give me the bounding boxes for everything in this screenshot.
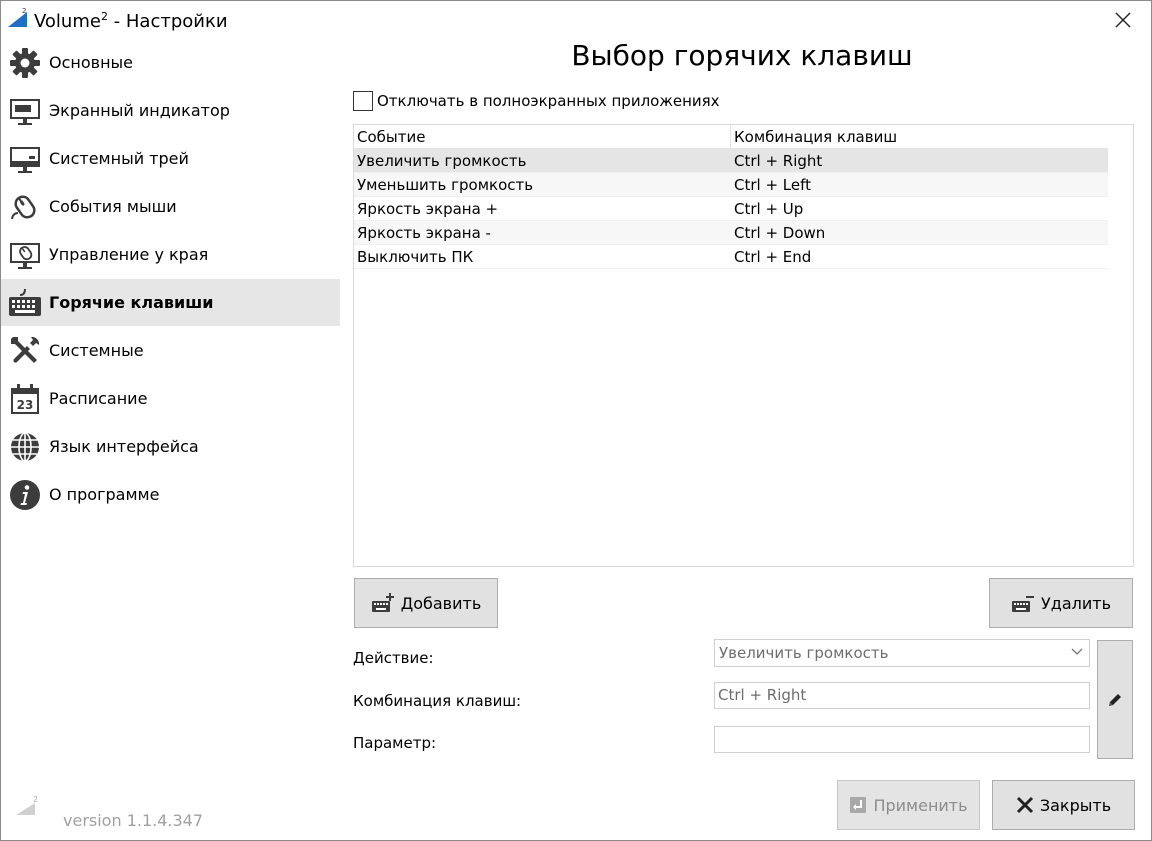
action-select-value: Увеличить громкость bbox=[719, 644, 889, 662]
action-select[interactable]: Увеличить громкость bbox=[714, 639, 1090, 667]
action-label: Действие: bbox=[353, 649, 434, 667]
title-bar: 2 Volume2 - Настройки bbox=[1, 1, 1151, 39]
sidebar-item-label: Расписание bbox=[49, 389, 148, 408]
volume-app-icon: 2 bbox=[8, 7, 27, 27]
table-row[interactable]: Уменьшить громкость Ctrl + Left bbox=[354, 173, 1108, 197]
calendar-icon: 23 bbox=[8, 382, 42, 416]
apply-button-label: Применить bbox=[873, 795, 968, 815]
close-window-button[interactable] bbox=[1104, 1, 1142, 39]
close-icon bbox=[1115, 12, 1131, 28]
delete-hotkey-button[interactable]: Удалить bbox=[989, 578, 1133, 628]
sidebar-item-tray[interactable]: Системный трей bbox=[1, 135, 340, 182]
sidebar-item-label: Системный трей bbox=[49, 149, 189, 168]
sidebar-item-screen-edge[interactable]: Управление у края bbox=[1, 231, 340, 278]
sidebar-item-label: Экранный индикатор bbox=[49, 101, 230, 120]
cell-event: Яркость экрана + bbox=[357, 200, 499, 218]
sidebar-item-label: Управление у края bbox=[49, 245, 209, 264]
sidebar-item-label: Горячие клавиши bbox=[49, 293, 214, 312]
cell-combo: Ctrl + Left bbox=[734, 176, 812, 194]
screen-edge-icon bbox=[8, 238, 42, 272]
keyboard-add-icon bbox=[371, 592, 395, 614]
close-x-icon bbox=[1016, 796, 1034, 814]
gear-icon bbox=[8, 46, 42, 80]
table-header: Событие Комбинация клавиш bbox=[354, 125, 1108, 149]
sidebar-item-language[interactable]: Язык интерфейса bbox=[1, 423, 340, 470]
sidebar-item-system[interactable]: Системные bbox=[1, 327, 340, 374]
sidebar-item-about[interactable]: О программе bbox=[1, 471, 340, 518]
tools-icon bbox=[8, 334, 42, 368]
sidebar-item-general[interactable]: Основные bbox=[1, 39, 340, 86]
svg-text:2: 2 bbox=[33, 795, 38, 804]
sidebar-item-osd[interactable]: Экранный индикатор bbox=[1, 87, 340, 134]
add-hotkey-button[interactable]: Добавить bbox=[354, 578, 498, 628]
apply-return-icon bbox=[849, 796, 867, 814]
cell-combo: Ctrl + Up bbox=[734, 200, 804, 218]
apply-button[interactable]: Применить bbox=[837, 780, 980, 830]
add-button-label: Добавить bbox=[400, 593, 482, 613]
column-header-combo[interactable]: Комбинация клавиш bbox=[731, 125, 1108, 148]
sidebar-item-schedule[interactable]: 23 Расписание bbox=[1, 375, 340, 422]
settings-window: 2 Volume2 - Настройки Основные Экранный … bbox=[0, 0, 1152, 841]
cell-event: Яркость экрана - bbox=[357, 224, 491, 242]
tray-monitor-icon bbox=[8, 142, 42, 176]
monitor-icon bbox=[8, 94, 42, 128]
calendar-day-label: 23 bbox=[17, 398, 34, 412]
sidebar-item-label: Основные bbox=[49, 53, 134, 72]
mouse-icon bbox=[8, 190, 42, 224]
column-header-event[interactable]: Событие bbox=[354, 125, 731, 148]
delete-button-label: Удалить bbox=[1041, 593, 1111, 613]
table-row[interactable]: Яркость экрана + Ctrl + Up bbox=[354, 197, 1108, 221]
cell-event: Выключить ПК bbox=[357, 248, 474, 266]
sidebar-item-label: События мыши bbox=[49, 197, 177, 216]
checkbox-box[interactable] bbox=[353, 91, 373, 111]
sidebar-item-label: О программе bbox=[49, 485, 160, 504]
hotkeys-table: Событие Комбинация клавиш Увеличить гром… bbox=[353, 124, 1134, 567]
window-title: Volume2 - Настройки bbox=[34, 10, 228, 32]
sidebar-item-label: Язык интерфейса bbox=[49, 437, 199, 456]
cell-combo: Ctrl + Down bbox=[734, 224, 826, 242]
cell-combo: Ctrl + Right bbox=[734, 152, 823, 170]
cell-event: Уменьшить громкость bbox=[357, 176, 534, 194]
cell-event: Увеличить громкость bbox=[357, 152, 527, 170]
close-button-label: Закрыть bbox=[1039, 795, 1112, 815]
sidebar: Основные Экранный индикатор Системный тр… bbox=[1, 39, 340, 799]
fullscreen-disable-checkbox[interactable]: Отключать в полноэкранных приложениях bbox=[353, 91, 720, 111]
table-row[interactable]: Увеличить громкость Ctrl + Right bbox=[354, 149, 1108, 173]
volume-logo-icon: 2 bbox=[16, 795, 38, 815]
edit-hotkey-button[interactable] bbox=[1097, 640, 1133, 759]
globe-icon bbox=[8, 430, 42, 464]
parameter-label: Параметр: bbox=[353, 734, 437, 752]
close-button[interactable]: Закрыть bbox=[992, 780, 1135, 830]
hotkey-label: Комбинация клавиш: bbox=[353, 692, 522, 710]
keyboard-remove-icon bbox=[1011, 592, 1035, 614]
sidebar-item-mouse[interactable]: События мыши bbox=[1, 183, 340, 230]
chevron-down-icon bbox=[1071, 648, 1083, 655]
sidebar-item-label: Системные bbox=[49, 341, 144, 360]
pencil-icon bbox=[1109, 693, 1121, 706]
svg-text:2: 2 bbox=[22, 7, 26, 15]
keyboard-icon bbox=[8, 286, 42, 320]
page-title: Выбор горячих клавиш bbox=[571, 39, 913, 72]
table-row[interactable]: Выключить ПК Ctrl + End bbox=[354, 245, 1108, 269]
info-icon bbox=[8, 478, 42, 512]
table-row[interactable]: Яркость экрана - Ctrl + Down bbox=[354, 221, 1108, 245]
hotkey-field[interactable]: Ctrl + Right bbox=[714, 682, 1090, 709]
version-label: version 1.1.4.347 bbox=[63, 811, 204, 830]
cell-combo: Ctrl + End bbox=[734, 248, 812, 266]
parameter-field[interactable] bbox=[714, 726, 1090, 753]
checkbox-label: Отключать в полноэкранных приложениях bbox=[377, 92, 720, 110]
sidebar-item-hotkeys[interactable]: Горячие клавиши bbox=[1, 279, 340, 326]
